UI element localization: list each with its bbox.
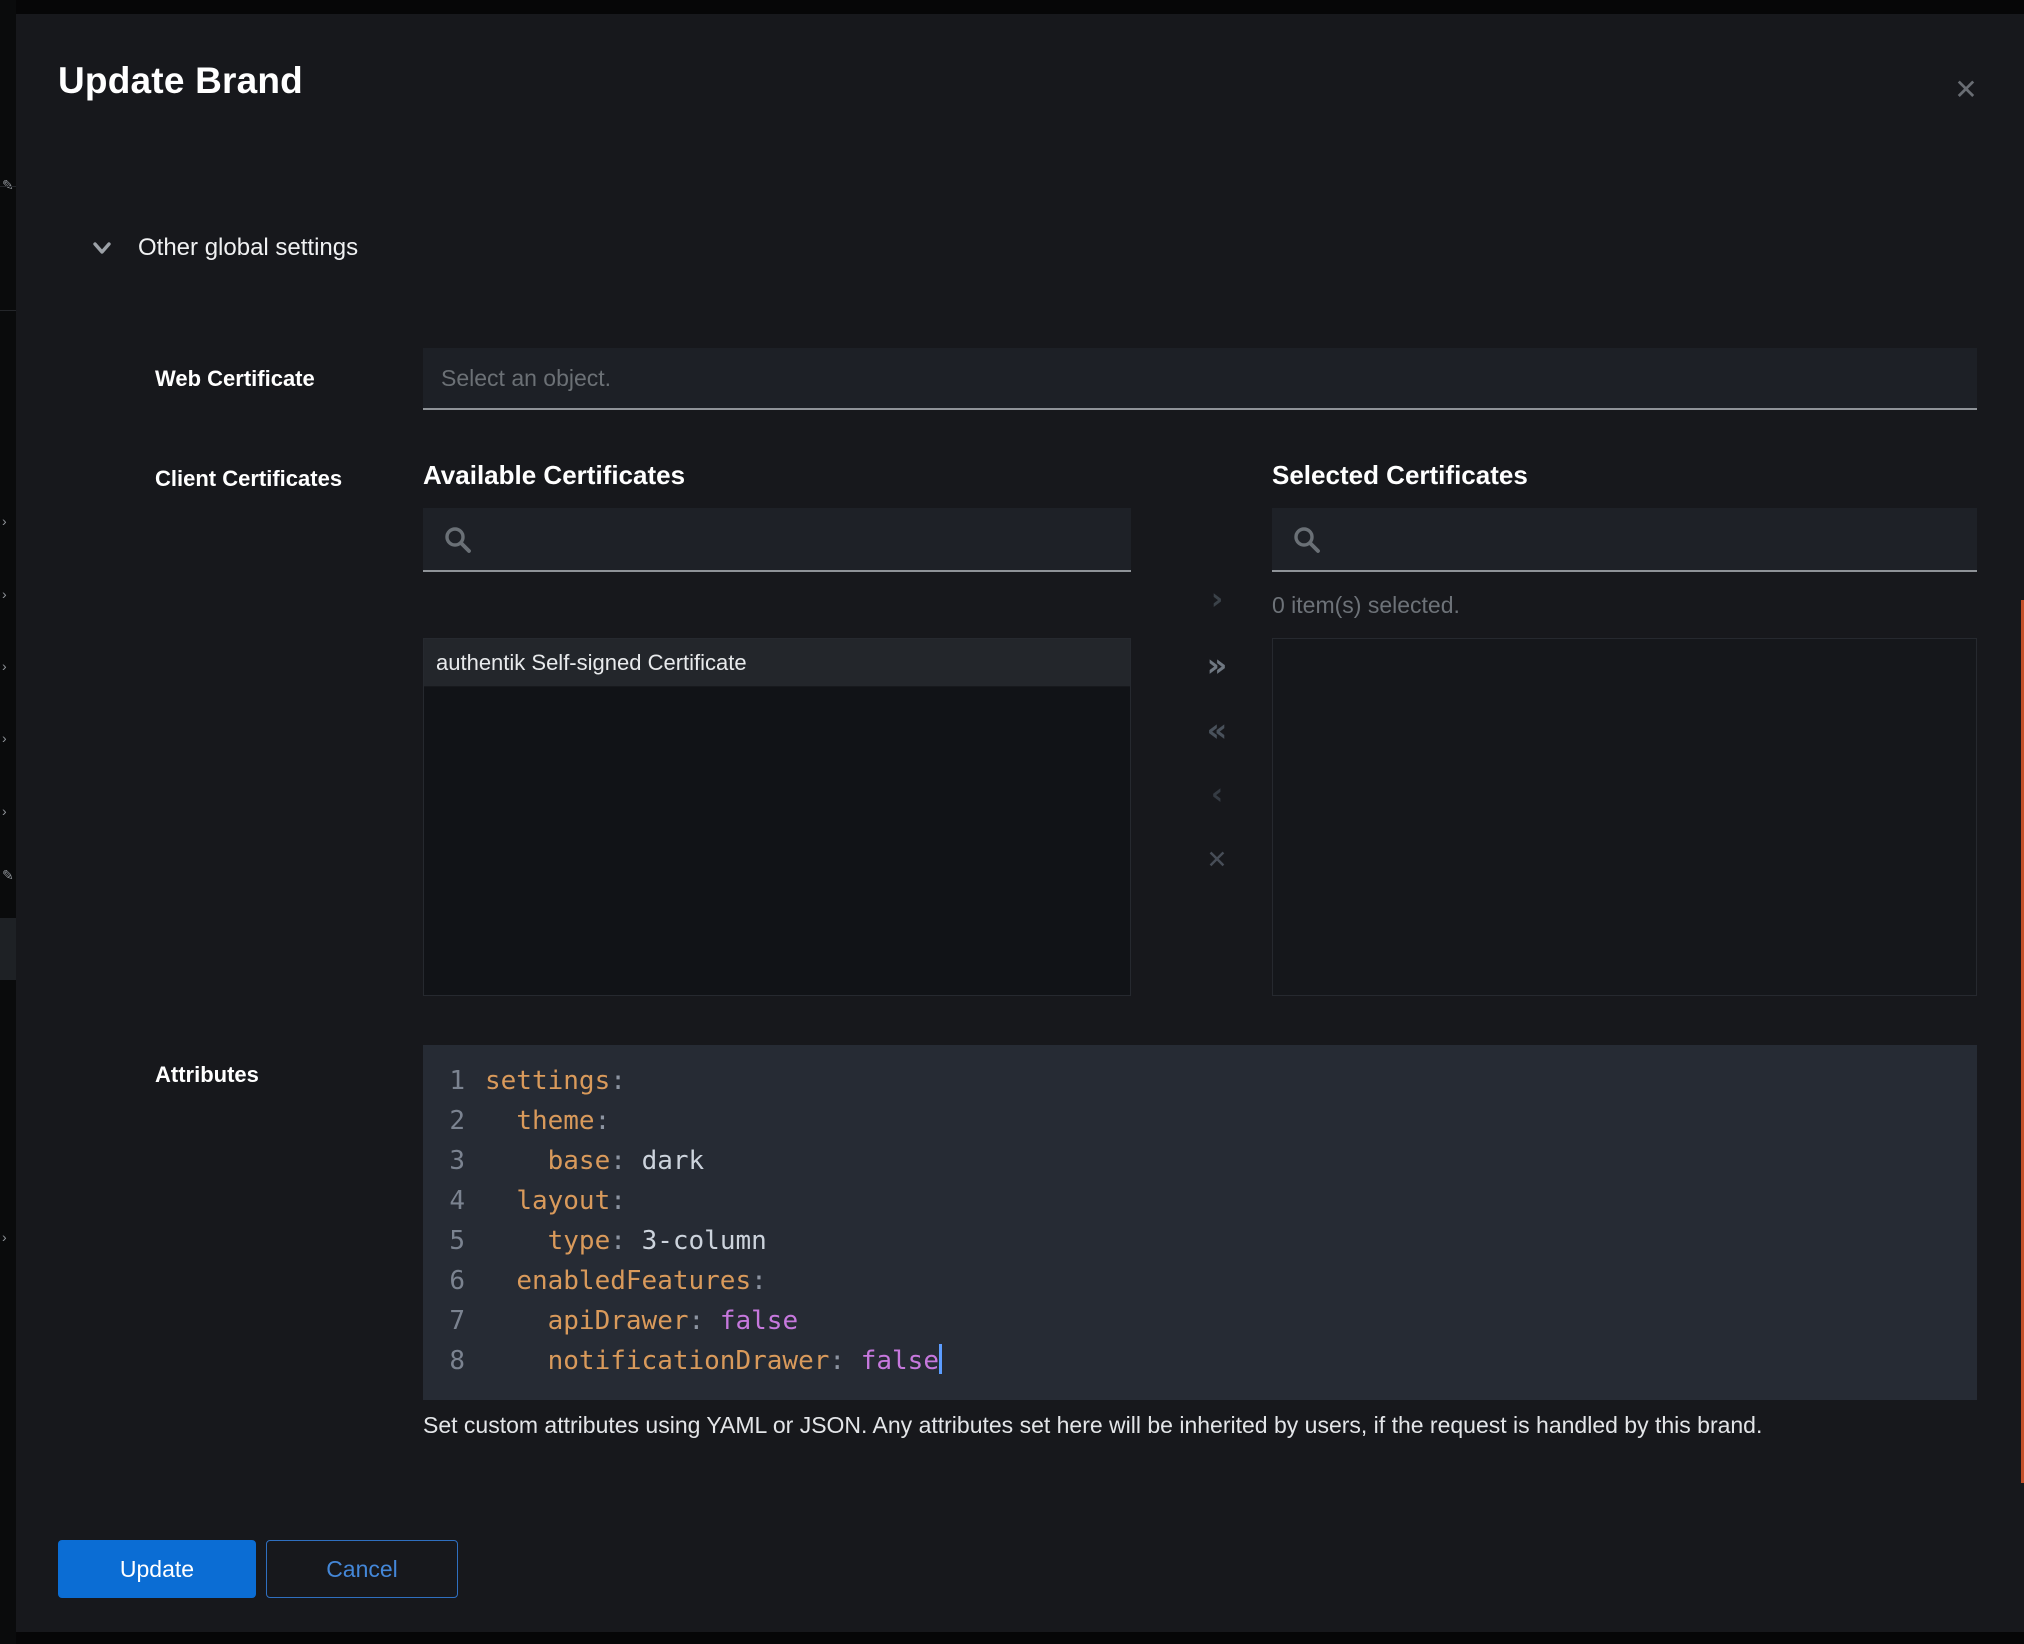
search-icon: [1292, 525, 1322, 555]
expander-label: Other global settings: [138, 234, 358, 262]
line-number: 4: [437, 1181, 465, 1221]
code-line: 5 type: 3-column: [437, 1221, 1977, 1261]
background-sidebar-active-item: [0, 918, 16, 980]
code-line: 6 enabledFeatures:: [437, 1261, 1977, 1301]
update-brand-modal: Update Brand ✕ Other global settings Web…: [16, 14, 2024, 1632]
code-line: 4 layout:: [437, 1181, 1977, 1221]
update-button[interactable]: Update: [58, 1540, 256, 1598]
available-certificate-item[interactable]: authentik Self-signed Certificate: [424, 639, 1130, 687]
line-number: 1: [437, 1061, 465, 1101]
selected-certificates-heading: Selected Certificates: [1272, 460, 1528, 491]
line-number: 7: [437, 1301, 465, 1341]
code-content: layout:: [485, 1181, 626, 1221]
client-certificates-label: Client Certificates: [155, 466, 342, 492]
web-certificate-select: [423, 348, 1977, 410]
line-number: 8: [437, 1341, 465, 1381]
chevron-icon: ›: [2, 657, 16, 675]
expander-other-global-settings[interactable]: Other global settings: [90, 228, 358, 268]
text-cursor: [939, 1344, 942, 1374]
available-certificates-list: authentik Self-signed Certificate: [423, 638, 1131, 996]
line-number: 2: [437, 1101, 465, 1141]
sidebar-separator: [0, 186, 16, 187]
move-all-right-button[interactable]: »: [1181, 645, 1253, 685]
modal-title: Update Brand: [58, 60, 303, 102]
chevron-icon: ›: [2, 802, 16, 820]
available-certificates-heading: Available Certificates: [423, 460, 685, 491]
line-number: 6: [437, 1261, 465, 1301]
edit-icon: ✎: [2, 866, 16, 884]
code-line: 2 theme:: [437, 1101, 1977, 1141]
attributes-help-text: Set custom attributes using YAML or JSON…: [423, 1412, 1953, 1439]
move-selected-left-button[interactable]: ‹: [1181, 775, 1253, 815]
search-icon: [443, 525, 473, 555]
selected-search-input[interactable]: [1272, 508, 1977, 570]
code-line: 7 apiDrawer: false: [437, 1301, 1977, 1341]
code-content: type: 3-column: [485, 1221, 767, 1261]
attributes-code-editor[interactable]: 1settings:2 theme:3 base: dark4 layout:5…: [423, 1045, 1977, 1400]
line-number: 3: [437, 1141, 465, 1181]
close-icon[interactable]: ✕: [1944, 68, 1988, 112]
chevron-icon: ›: [2, 1228, 16, 1246]
chevron-icon: ›: [2, 585, 16, 603]
code-content: enabledFeatures:: [485, 1261, 767, 1301]
chevron-icon: ›: [2, 512, 16, 530]
chevron-icon: ›: [2, 729, 16, 747]
available-search: [423, 508, 1131, 572]
selected-count-status: 0 item(s) selected.: [1272, 592, 1460, 619]
code-content: theme:: [485, 1101, 610, 1141]
chevron-down-icon: [90, 236, 114, 260]
selected-search: [1272, 508, 1977, 572]
selected-certificates-list: [1272, 638, 1977, 996]
clear-selected-button[interactable]: ✕: [1181, 840, 1253, 880]
code-line: 3 base: dark: [437, 1141, 1977, 1181]
edit-icon: ✎: [2, 176, 16, 194]
code-content: notificationDrawer: false: [485, 1341, 942, 1381]
move-all-left-button[interactable]: «: [1181, 710, 1253, 750]
attributes-label: Attributes: [155, 1062, 259, 1088]
code-content: base: dark: [485, 1141, 704, 1181]
code-line: 8 notificationDrawer: false: [437, 1341, 1977, 1381]
web-certificate-input[interactable]: [423, 348, 1977, 408]
web-certificate-label: Web Certificate: [155, 348, 315, 410]
cancel-button[interactable]: Cancel: [266, 1540, 458, 1598]
background-sidebar: ✎ › › › › › ✎ ›: [0, 0, 16, 1644]
line-number: 5: [437, 1221, 465, 1261]
available-search-input[interactable]: [423, 508, 1131, 570]
code-content: apiDrawer: false: [485, 1301, 798, 1341]
move-selected-right-button[interactable]: ›: [1181, 580, 1253, 620]
code-line: 1 settings:: [437, 1061, 1977, 1101]
code-content: settings:: [485, 1061, 626, 1101]
sidebar-separator: [0, 310, 16, 311]
